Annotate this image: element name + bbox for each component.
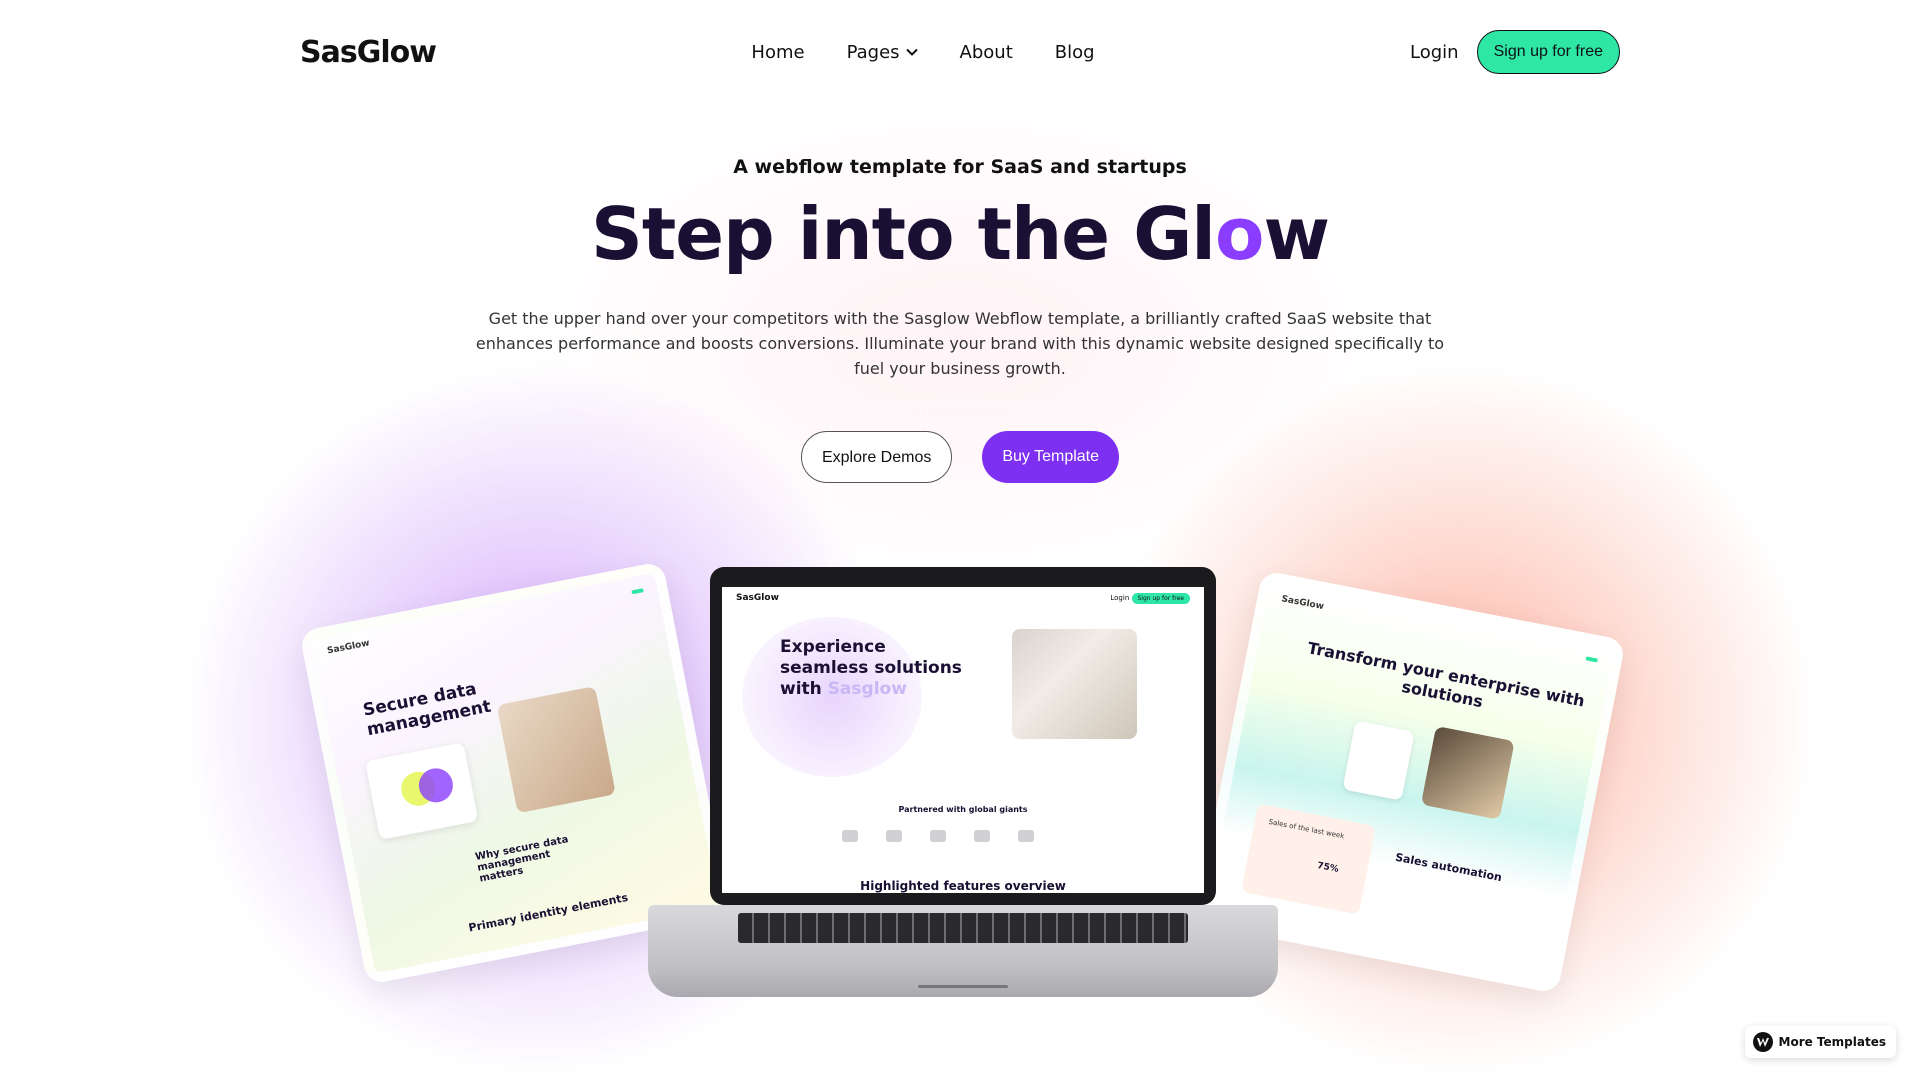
headline-accent: o [1214,192,1264,276]
laptop-trackpad [918,985,1008,988]
partner-logo [886,830,902,842]
hero-eyebrow: A webflow template for SaaS and startups [733,156,1187,178]
screen-partners: Partnered with global giants [898,805,1028,814]
mockup-right-card [1342,720,1415,801]
screen-title-line1: Experience [780,637,886,657]
webflow-icon [1752,1032,1773,1052]
partner-logo [930,830,946,842]
nav-link-pages[interactable]: Pages [847,42,918,63]
partner-logo [974,830,990,842]
mockup-left-title: Secure data management [361,679,493,741]
site-logo[interactable]: SasGlow [300,35,437,70]
laptop-screen: SasGlow Login Sign up for free Experienc… [722,587,1204,893]
partner-logo [842,830,858,842]
screen-logo: SasGlow [736,593,779,603]
more-templates-badge[interactable]: More Templates [1744,1026,1896,1058]
headline-tail: w [1263,192,1330,276]
nav-actions: Login Sign up for free [1410,30,1620,74]
screen-title-line2: seamless solutions [780,658,962,678]
partner-logo [1018,830,1034,842]
screen-photo [1012,629,1137,739]
hero-headline: Step into the Glow [0,198,1920,270]
nav-link-blog[interactable]: Blog [1055,42,1095,63]
screen-nav-actions: Login Sign up for free [1110,593,1190,604]
mockup-left-footer: Primary identity elements [467,890,630,935]
laptop-keyboard [738,913,1188,943]
screen-title-line3a: with [780,679,828,699]
hero-subtext: Get the upper hand over your competitors… [475,309,1445,378]
laptop-mockup: SasGlow Login Sign up for free Experienc… [648,567,1278,997]
laptop-base [648,905,1278,997]
mockup-left-nav: SasGlow [311,573,658,659]
explore-demos-button[interactable]: Explore Demos [800,431,953,483]
mockup-right-subtitle: Sales automation [1394,850,1503,885]
signup-button[interactable]: Sign up for free [1476,30,1620,74]
cta-row: Explore Demos Buy Template [0,431,1920,483]
mockup-left-pill [631,588,644,595]
buy-template-button[interactable]: Buy Template [982,431,1120,483]
screen-nav: SasGlow Login Sign up for free [722,587,1204,609]
chevron-down-icon [905,48,918,56]
mockup-left-photo [496,686,616,814]
mockup-right-photo [1420,725,1515,820]
screen-login: Login [1110,594,1130,602]
laptop-lid: SasGlow Login Sign up for free Experienc… [710,567,1216,905]
mockup-right-logo: SasGlow [1280,594,1325,613]
nav-link-pages-label: Pages [846,41,900,63]
screen-signup: Sign up for free [1131,593,1190,604]
nav-links: Home Pages About Blog [751,42,1094,63]
nav-link-home[interactable]: Home [751,42,804,63]
screen-features: Highlighted features overview [860,879,1066,893]
nav-link-about[interactable]: About [960,42,1013,63]
more-templates-label: More Templates [1778,1035,1886,1049]
login-link[interactable]: Login [1410,42,1459,63]
mockup-left-logo: SasGlow [326,638,371,657]
screen-title: Experience seamless solutions with Sasgl… [780,637,962,700]
top-nav: SasGlow Home Pages About Blog Login Sign… [300,22,1620,82]
hero-section: A webflow template for SaaS and startups… [0,156,1920,483]
screen-title-line3b: Sasglow [827,679,907,699]
screen-partner-logos [842,830,1034,842]
mockup-right-pill [1585,656,1598,663]
mockup-left-subtitle: Why secure data management matters [474,834,570,885]
headline-part: Step into the Gl [591,192,1216,276]
